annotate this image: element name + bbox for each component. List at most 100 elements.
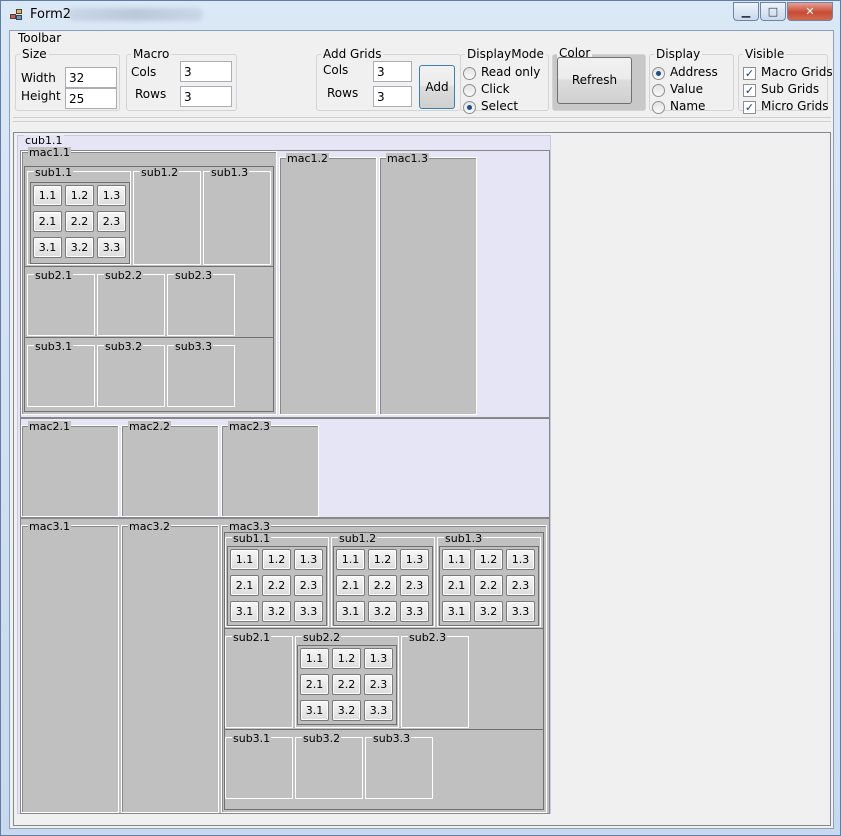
close-icon[interactable]: ✕ [787,2,833,21]
sub-grid[interactable]: sub2.1 [27,270,95,336]
cell[interactable]: 3.2 [474,601,503,622]
cell[interactable]: 2.1 [336,575,365,596]
cell[interactable]: 2.2 [332,674,361,695]
macro-grid[interactable]: mac1.3 [379,153,477,415]
width-input[interactable] [65,67,117,88]
sub-grid[interactable]: sub3.2 [97,341,165,407]
sub-grid[interactable]: sub2.3 [167,270,235,336]
sub-grid[interactable]: sub2.3 [401,632,469,728]
sub-grid[interactable]: sub1.1 1.1 1.2 1.3 2.1 2.2 2.3 3.1 3.2 3… [27,167,131,265]
cell[interactable]: 3.2 [262,601,291,622]
cell[interactable]: 3.1 [442,601,471,622]
cell[interactable]: 1.1 [300,648,329,669]
maximize-icon[interactable]: □ [760,2,786,21]
cell[interactable]: 1.3 [294,549,323,570]
cell[interactable]: 3.3 [364,700,393,721]
cell[interactable]: 1.2 [262,549,291,570]
sub-grid[interactable]: sub3.1 [27,341,95,407]
add-cols-input[interactable] [373,61,412,82]
cell[interactable]: 3.1 [300,700,329,721]
cell[interactable]: 2.1 [230,575,259,596]
macro-grid[interactable]: mac3.3 sub1.1 1.1 1.2 1.3 2.1 2.2 2.3 3.… [221,521,547,813]
sub-grid[interactable]: sub3.3 [167,341,235,407]
sub-grid[interactable]: sub1.1 1.1 1.2 1.3 2.1 2.2 2.3 3.1 3.2 3… [225,533,329,627]
sub-grid[interactable]: sub3.3 [365,733,433,799]
cell[interactable]: 1.2 [332,648,361,669]
macro-rows-input[interactable] [180,86,232,107]
sub-grid[interactable]: sub2.2 [97,270,165,336]
add-button[interactable]: Add [419,65,455,109]
cell[interactable]: 2.3 [294,575,323,596]
sub-grid[interactable]: sub1.3 1.1 1.2 1.3 2.1 2.2 2.3 3.1 3.2 3… [437,533,541,627]
click-radio[interactable] [463,84,476,97]
macro-cols-input[interactable] [180,61,232,82]
cell[interactable]: 3.2 [65,237,94,258]
sub-grid[interactable]: sub2.1 [225,632,293,728]
cell[interactable]: 2.3 [506,575,535,596]
macro-grid[interactable]: mac3.2 [121,521,219,813]
micro-grid: 1.1 1.2 1.3 2.1 2.2 2.3 3.1 3.2 3.3 [333,546,433,626]
cell[interactable]: 2.3 [400,575,429,596]
cell[interactable]: 2.2 [65,211,94,232]
sub-grids-checkbox[interactable]: ✓ [743,84,756,97]
cell[interactable]: 3.1 [33,237,62,258]
cell[interactable]: 2.1 [442,575,471,596]
cell[interactable]: 2.3 [364,674,393,695]
address-radio[interactable] [652,67,665,80]
sub-row: sub2.1 sub2.2 sub2.3 [25,268,273,338]
cell[interactable]: 3.3 [506,601,535,622]
title-bar[interactable]: Form2 ▁ □ ✕ [1,1,840,29]
sub-grid[interactable]: sub3.1 [225,733,293,799]
macro-grid[interactable]: mac1.2 [279,153,377,415]
cell[interactable]: 1.1 [33,185,62,206]
cell[interactable]: 2.2 [474,575,503,596]
macro-grid[interactable]: mac3.1 [21,521,119,813]
sub-grid[interactable]: sub3.2 [295,733,363,799]
macro-grids-checkbox[interactable]: ✓ [743,67,756,80]
cell[interactable]: 3.1 [336,601,365,622]
cell[interactable]: 1.1 [336,549,365,570]
cell[interactable]: 2.1 [33,211,62,232]
cell[interactable]: 1.3 [506,549,535,570]
cell[interactable]: 2.1 [300,674,329,695]
cell[interactable]: 1.2 [65,185,94,206]
add-rows-input[interactable] [373,86,412,107]
cell[interactable]: 1.2 [474,549,503,570]
cell[interactable]: 3.3 [97,237,126,258]
cell[interactable]: 1.3 [364,648,393,669]
cell[interactable]: 1.3 [400,549,429,570]
cell[interactable]: 2.2 [368,575,397,596]
value-label: Value [670,82,703,96]
sub-label: sub3.2 [302,732,342,745]
sub-grid[interactable]: sub1.2 1.1 1.2 1.3 2.1 2.2 2.3 3.1 3.2 3… [331,533,435,627]
refresh-button[interactable]: Refresh [557,57,632,104]
cell[interactable]: 1.3 [97,185,126,206]
read-only-radio[interactable] [463,67,476,80]
sub-grid[interactable]: sub1.2 [133,167,201,265]
grid-area[interactable]: cub1.1 mac1.1 sub1.1 1.1 1.2 1.3 2.1 2.2… [13,132,831,826]
cell[interactable]: 1.1 [230,549,259,570]
sub-label: sub2.1 [232,631,272,644]
select-radio[interactable] [463,101,476,114]
cell[interactable]: 2.3 [97,211,126,232]
macro-grid[interactable]: mac2.1 [21,421,119,517]
value-radio[interactable] [652,84,665,97]
sub-grid[interactable]: sub2.2 1.1 1.2 1.3 2.1 2.2 2.3 3.1 3.2 3… [295,632,399,728]
height-input[interactable] [65,88,117,109]
cell[interactable]: 3.3 [400,601,429,622]
macro-grid[interactable]: mac1.1 sub1.1 1.1 1.2 1.3 2.1 2.2 2.3 3.… [21,147,277,415]
cell[interactable]: 2.2 [262,575,291,596]
cell[interactable]: 3.1 [230,601,259,622]
cell[interactable]: 3.2 [332,700,361,721]
name-radio[interactable] [652,101,665,114]
micro-grids-checkbox[interactable]: ✓ [743,101,756,114]
cell[interactable]: 1.1 [442,549,471,570]
macro-group: Macro Cols Rows [126,47,237,111]
macro-grid[interactable]: mac2.2 [121,421,219,517]
cell[interactable]: 3.2 [368,601,397,622]
cell[interactable]: 3.3 [294,601,323,622]
macro-grid[interactable]: mac2.3 [221,421,319,517]
cell[interactable]: 1.2 [368,549,397,570]
sub-grid[interactable]: sub1.3 [203,167,271,265]
minimize-icon[interactable]: ▁ [733,2,759,21]
